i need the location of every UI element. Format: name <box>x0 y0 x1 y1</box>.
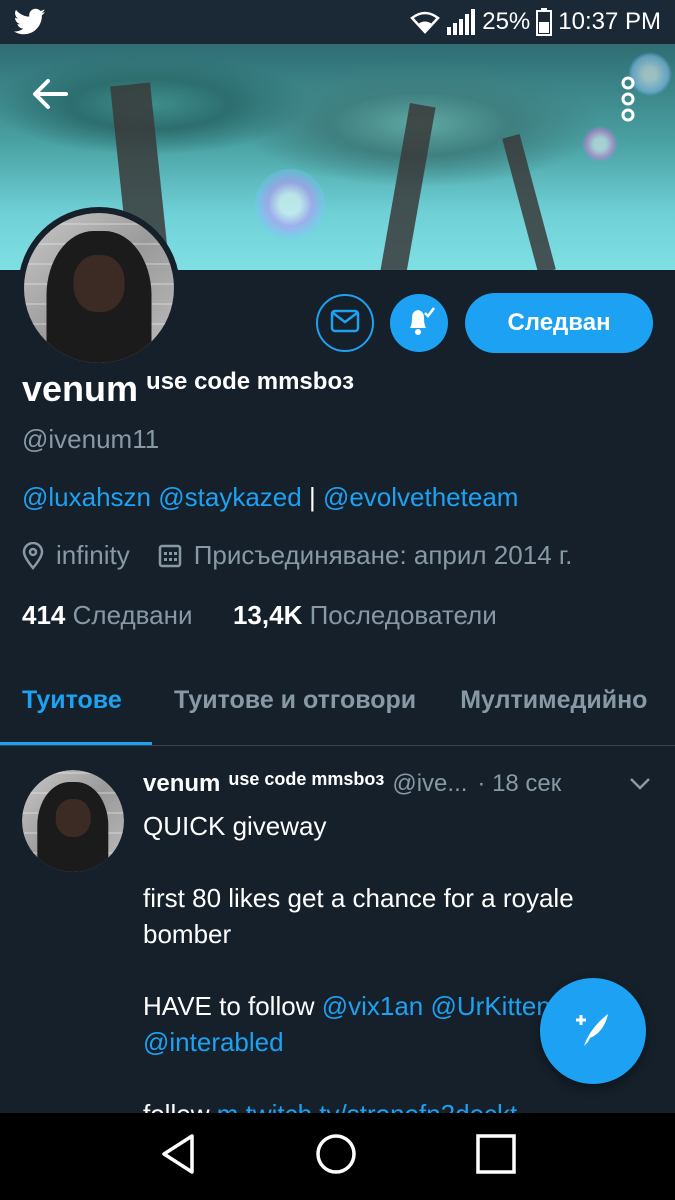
more-options-icon[interactable] <box>621 76 635 127</box>
tweet-line: QUICK giveway <box>143 811 327 841</box>
tab-tweets-and-replies[interactable]: Туитове и отговори <box>152 660 438 745</box>
joined-date: Присъединяване: април 2014 г. <box>193 540 573 570</box>
tweet-line: first 80 likes get a chance for a royale… <box>143 883 574 949</box>
bell-check-icon <box>402 304 436 343</box>
bio-mention[interactable]: @staykazed <box>158 482 301 512</box>
following-label: Следвани <box>72 600 193 630</box>
envelope-icon <box>330 309 360 338</box>
tweet-timestamp: · 18 сек <box>477 770 562 797</box>
tweet-avatar[interactable] <box>22 770 124 872</box>
following-count: 414 <box>22 600 66 630</box>
back-arrow-icon[interactable] <box>30 78 70 115</box>
following-button[interactable]: Следван <box>465 293 653 353</box>
tweet-mention[interactable]: @interabled <box>143 1027 284 1057</box>
profile-handle: @ivenum11 <box>22 424 160 454</box>
tab-media[interactable]: Мултимедийно <box>438 660 669 745</box>
profile-stats: 414 Следвани 13,4K Последователи <box>22 600 497 631</box>
chevron-down-icon[interactable] <box>629 770 651 798</box>
message-button[interactable] <box>316 294 374 352</box>
tab-tweets[interactable]: Туитове <box>0 660 152 745</box>
following-stat[interactable]: 414 Следвани <box>22 600 193 630</box>
profile-avatar[interactable] <box>18 207 180 369</box>
bio-separator: | <box>308 482 316 512</box>
profile-name: venum use code mmsbοз <box>22 368 354 410</box>
system-navigation-bar <box>0 1113 675 1200</box>
display-name: venum <box>22 368 139 409</box>
back-triangle-icon[interactable] <box>158 1132 198 1181</box>
battery-icon <box>536 8 553 36</box>
notifications-button[interactable] <box>390 294 448 352</box>
followers-count: 13,4K <box>232 600 303 630</box>
display-name-suffix: use code mmsbοз <box>146 368 355 395</box>
recents-square-icon[interactable] <box>475 1133 517 1180</box>
tweet-author-suffix: use code mmsbοз <box>228 769 385 789</box>
bio-mention[interactable]: @luxahszn <box>22 482 151 512</box>
twitter-bird-icon <box>14 8 46 36</box>
tweet-text: HAVE to follow <box>143 991 315 1021</box>
clock: 10:37 PM <box>558 8 661 35</box>
location-pin-icon <box>22 541 44 570</box>
profile-meta: infinity Присъединяване: април 2014 г. <box>22 540 572 571</box>
tweet-mention[interactable]: @vix1an <box>322 991 424 1021</box>
tweet-header: venum use code mmsbοз @ive... · 18 сек <box>143 769 663 798</box>
banner-tree-trunk <box>502 134 556 270</box>
compose-tweet-button[interactable] <box>540 978 646 1084</box>
followers-stat[interactable]: 13,4K Последователи <box>233 600 497 630</box>
calendar-icon <box>158 544 182 568</box>
followers-label: Последователи <box>309 600 497 630</box>
battery-percent: 25% <box>482 8 531 35</box>
profile-tabs: Туитове Туитове и отговори Мултимедийно <box>0 660 675 746</box>
status-bar: 25% 10:37 PM <box>0 0 675 44</box>
bio-mention[interactable]: @evolvetheteam <box>323 482 519 512</box>
signal-icon <box>446 9 476 35</box>
tweet-author-name[interactable]: venum <box>143 770 220 798</box>
location-text: infinity <box>56 540 130 570</box>
compose-quill-icon <box>570 1006 616 1057</box>
home-circle-icon[interactable] <box>314 1132 358 1181</box>
wifi-icon <box>410 10 441 34</box>
tweet-author-handle: @ive... <box>392 770 468 797</box>
banner-tree-trunk <box>380 103 436 270</box>
profile-bio: @luxahszn @staykazed | @evolvetheteam <box>22 482 518 513</box>
